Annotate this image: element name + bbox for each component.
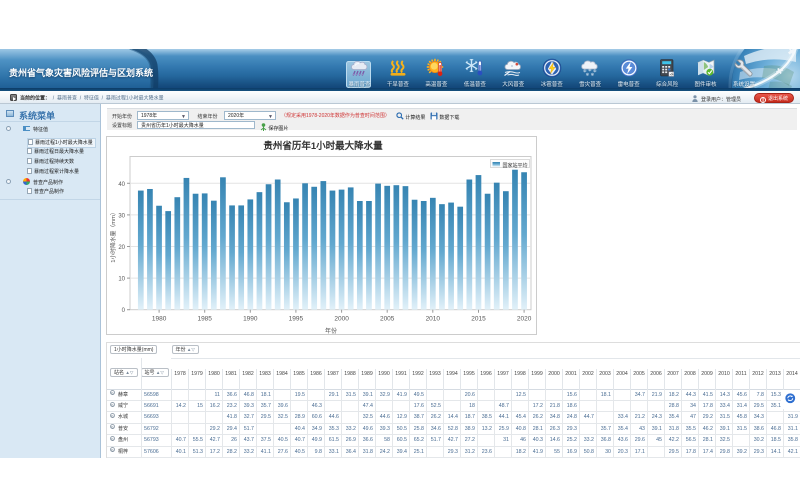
svg-text:40: 40 (118, 182, 125, 188)
svg-text:1980: 1980 (152, 316, 167, 323)
svg-text:10: 10 (118, 277, 125, 283)
svg-text:30: 30 (118, 213, 125, 219)
svg-text:2010: 2010 (426, 316, 441, 323)
svg-text:2000: 2000 (334, 316, 349, 323)
svg-text:1985: 1985 (197, 316, 212, 323)
svg-text:1990: 1990 (243, 316, 258, 323)
svg-text:❄: ❄ (586, 72, 590, 77)
svg-text:2005: 2005 (380, 316, 395, 323)
svg-text:1995: 1995 (289, 316, 304, 323)
svg-text:年份: 年份 (325, 327, 337, 335)
svg-text:20: 20 (118, 245, 125, 251)
svg-text:1小时降水量（mm）: 1小时降水量（mm） (109, 209, 117, 262)
svg-text:0: 0 (122, 308, 126, 314)
svg-text:国家站平均: 国家站平均 (503, 162, 528, 169)
svg-text:❄: ❄ (591, 72, 595, 77)
svg-text:2020: 2020 (517, 316, 532, 323)
svg-text:贵州省历年1小时最大降水量: 贵州省历年1小时最大降水量 (263, 140, 383, 152)
svg-text:2015: 2015 (471, 316, 486, 323)
